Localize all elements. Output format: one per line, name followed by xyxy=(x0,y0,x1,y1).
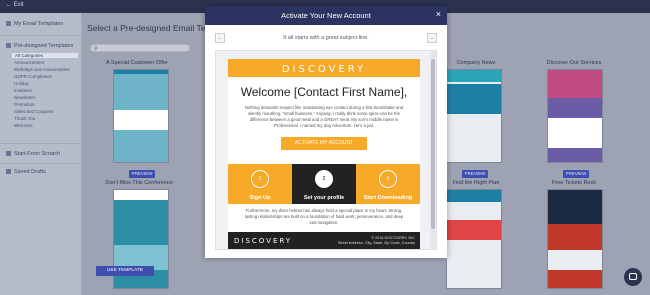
step-number: 2 xyxy=(315,170,333,188)
page-title: Select a Pre-designed Email Templa xyxy=(87,23,224,33)
sidebar-item-my-templates[interactable]: My Email Templates xyxy=(6,21,63,27)
template-thumbnail[interactable] xyxy=(547,69,603,163)
modal-header: Activate Your New Account × xyxy=(205,6,447,25)
card-title: Discover Our Services xyxy=(546,60,602,66)
exit-link[interactable]: ← Exit xyxy=(6,2,24,8)
step-sign-up: 1 Sign Up xyxy=(228,164,292,204)
next-template-button[interactable]: → xyxy=(427,33,437,43)
footer-address: Street Address, City, State, Zip Code, C… xyxy=(337,241,415,245)
category-promotion[interactable]: Promotion xyxy=(14,102,35,107)
activate-account-button: ACTIVATE MY ACCOUNT xyxy=(281,137,367,150)
search-input[interactable]: ⚲ xyxy=(90,44,190,52)
email-preview-pane[interactable]: DISCOVERY Welcome [Contact First Name], … xyxy=(215,50,437,250)
template-thumbnail[interactable] xyxy=(446,189,502,289)
step-set-profile: 2 Set your profile xyxy=(292,164,356,204)
scrollbar-thumb[interactable] xyxy=(431,59,435,229)
email-body-text: Nothing demands respect like maintaining… xyxy=(244,105,404,128)
template-thumbnail[interactable] xyxy=(547,189,603,289)
step-label: Sign Up xyxy=(249,195,271,201)
step-number: 3 xyxy=(379,170,397,188)
category-newsletter[interactable]: Newsletter xyxy=(14,95,35,100)
category-thank-you[interactable]: Thank You xyxy=(14,116,35,121)
card-title: Find the Right Plan xyxy=(452,180,500,186)
category-birthdays[interactable]: Birthdays and Anniversaries xyxy=(14,67,70,72)
step-number: 1 xyxy=(251,170,269,188)
card-title: Company News xyxy=(456,60,496,66)
template-preview-modal: Activate Your New Account × It all start… xyxy=(205,6,447,258)
category-sales[interactable]: Sales and Coupons xyxy=(14,109,53,114)
divider xyxy=(0,143,82,144)
preview-button[interactable]: PREVIEW xyxy=(462,170,488,178)
subject-line: It all starts with a great subject line. xyxy=(283,35,369,41)
prev-template-button[interactable]: ← xyxy=(215,33,225,43)
preview-button[interactable]: PREVIEW xyxy=(563,170,589,178)
category-all[interactable]: All Categories xyxy=(12,53,78,58)
sidebar-item-drafts[interactable]: Saved Drafts xyxy=(6,169,46,175)
category-gdpr[interactable]: GDPR Compliance xyxy=(14,74,52,79)
sidebar-item-scratch[interactable]: Start From Scratch xyxy=(6,151,60,157)
card-title: Don't Miss This Conference xyxy=(105,180,173,186)
email-body-text: Furthermore, my diver helmet has always … xyxy=(244,208,404,225)
divider xyxy=(0,35,82,36)
scratch-icon xyxy=(6,151,11,157)
modal-title: Activate Your New Account xyxy=(281,11,371,20)
drafts-icon xyxy=(6,169,11,175)
step-start-downloading: 3 Start Downloading xyxy=(356,164,420,204)
category-announcement[interactable]: Announcement xyxy=(14,60,44,65)
subject-line-row: It all starts with a great subject line.… xyxy=(215,33,437,45)
category-welcome[interactable]: Welcome xyxy=(14,123,33,128)
email-footer: DISCOVERY © 2016 DISCOVERY, INC Street A… xyxy=(228,232,420,249)
close-icon[interactable]: × xyxy=(436,9,441,19)
brand-logo: DISCOVERY xyxy=(281,64,367,75)
card-title: Free Tickets Rock xyxy=(551,180,596,186)
email-header: DISCOVERY xyxy=(228,59,420,77)
card-title: A Special Customer Offer xyxy=(106,60,168,66)
chat-icon xyxy=(629,273,637,280)
footer-logo: DISCOVERY xyxy=(234,237,293,245)
sidebar: My Email Templates Pre-designed Template… xyxy=(0,13,82,295)
template-icon xyxy=(6,21,11,27)
category-invitation[interactable]: Invitation xyxy=(14,88,32,93)
scrollbar[interactable] xyxy=(430,51,436,249)
preview-button[interactable]: PREVIEW xyxy=(129,170,155,178)
email-preview: DISCOVERY Welcome [Contact First Name], … xyxy=(228,59,420,249)
divider xyxy=(0,163,82,164)
template-thumbnail[interactable] xyxy=(113,69,169,163)
grid-icon xyxy=(6,43,11,49)
email-heading: Welcome [Contact First Name], xyxy=(240,85,408,99)
sidebar-item-predesigned[interactable]: Pre-designed Templates xyxy=(6,43,73,49)
steps-row: 1 Sign Up 2 Set your profile 3 Start Dow… xyxy=(228,164,420,204)
template-thumbnail[interactable] xyxy=(446,69,502,163)
footer-info: © 2016 DISCOVERY, INC Street Address, Ci… xyxy=(338,236,415,246)
chat-button[interactable] xyxy=(624,268,642,286)
step-label: Start Downloading xyxy=(363,195,413,201)
category-holiday[interactable]: Holiday xyxy=(14,81,29,86)
step-label: Set your profile xyxy=(303,195,345,201)
use-template-button[interactable]: USE TEMPLATE xyxy=(96,266,154,276)
search-icon: ⚲ xyxy=(94,46,98,52)
